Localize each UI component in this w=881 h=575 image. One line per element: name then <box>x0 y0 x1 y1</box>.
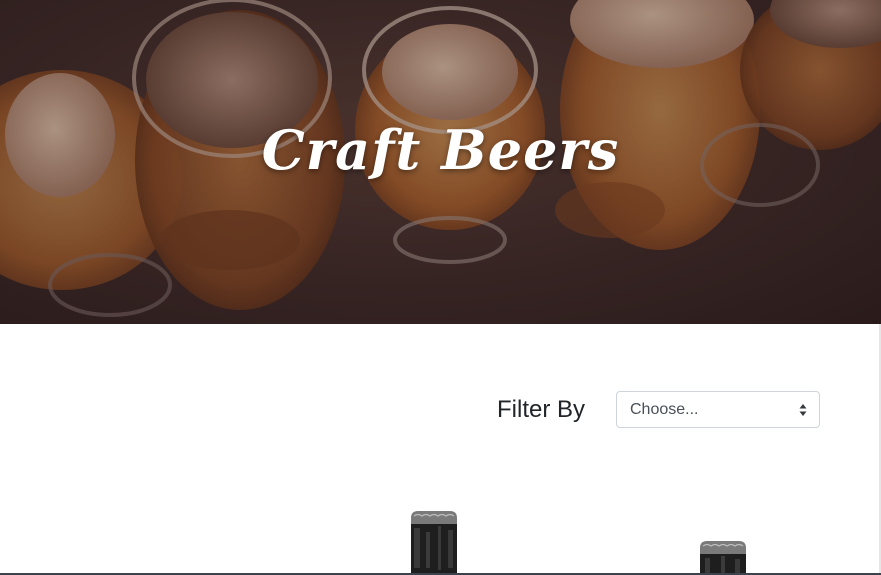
hero-banner: Craft Beers <box>0 0 881 324</box>
page-title: Craft Beers <box>261 118 620 182</box>
updown-chevron-icon <box>799 404 807 416</box>
beer-bottle-image[interactable] <box>408 510 460 575</box>
filter-label: Filter By <box>497 396 586 423</box>
beer-bottle-image[interactable] <box>697 540 749 575</box>
filter-select[interactable]: Choose... <box>616 391 820 428</box>
filter-select-value: Choose... <box>630 401 699 418</box>
